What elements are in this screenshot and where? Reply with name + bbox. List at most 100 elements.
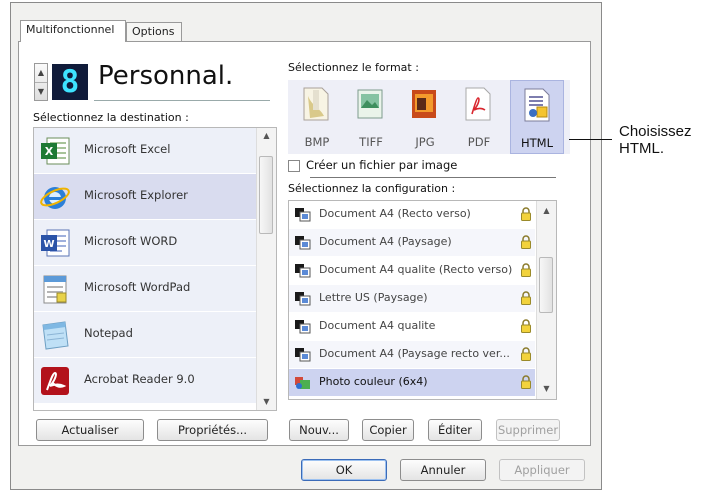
destination-item-excel[interactable]: X Microsoft Excel xyxy=(34,128,256,174)
cancel-button[interactable]: Annuler xyxy=(400,459,486,481)
lock-icon xyxy=(521,291,531,305)
callout-line-2: HTML. xyxy=(619,140,664,157)
destination-item-explorer[interactable]: Microsoft Explorer xyxy=(34,174,256,220)
jpg-file-icon xyxy=(412,90,436,118)
internet-explorer-icon xyxy=(40,187,70,209)
destination-item-label: Microsoft Explorer xyxy=(84,188,188,202)
scroll-down-icon[interactable]: ▼ xyxy=(537,381,556,397)
svg-text:X: X xyxy=(45,145,54,158)
format-option-bmp[interactable]: BMP xyxy=(290,80,344,154)
format-option-label: JPG xyxy=(415,135,435,149)
format-option-label: PDF xyxy=(467,135,491,149)
new-button[interactable]: Nouv... xyxy=(289,419,349,441)
callout-text: Choisissez HTML. xyxy=(619,123,692,157)
scroll-up-icon[interactable]: ▲ xyxy=(537,203,556,219)
preset-name: Personnal. xyxy=(98,61,234,91)
scan-config-icon xyxy=(295,320,311,334)
html-file-icon xyxy=(524,88,550,122)
scrollbar-thumb[interactable] xyxy=(539,257,553,313)
edit-button[interactable]: Éditer xyxy=(428,419,482,441)
configuration-item[interactable]: Document A4 qualite xyxy=(289,313,535,340)
format-label: Sélectionnez le format : xyxy=(288,61,419,74)
configuration-item-label: Document A4 (Paysage) xyxy=(319,235,452,248)
tiff-file-icon xyxy=(357,89,383,119)
configuration-item-label: Photo couleur (6x4) xyxy=(319,375,428,388)
lock-icon xyxy=(521,319,531,333)
scroll-up-icon[interactable]: ▲ xyxy=(257,128,276,144)
configuration-item-label: Document A4 qualite xyxy=(319,319,436,332)
scan-config-icon xyxy=(295,208,311,222)
configuration-item-label: Lettre US (Paysage) xyxy=(319,291,428,304)
scan-config-icon xyxy=(295,292,311,306)
tab-options[interactable]: Options xyxy=(126,22,182,42)
configuration-label: Sélectionnez la configuration : xyxy=(288,182,456,195)
callout-line-1: Choisissez xyxy=(619,123,692,140)
lock-icon xyxy=(521,235,531,249)
preset-underline xyxy=(94,100,270,101)
destination-scrollbar[interactable]: ▲ ▼ xyxy=(256,128,276,410)
apply-button[interactable]: Appliquer xyxy=(499,459,585,481)
configuration-item[interactable]: Document A4 (Paysage recto ver... xyxy=(289,341,535,368)
format-option-jpg[interactable]: JPG xyxy=(398,80,452,154)
scroll-down-icon[interactable]: ▼ xyxy=(257,394,276,410)
preset-spinner[interactable]: ▲ ▼ xyxy=(34,63,48,101)
wordpad-icon xyxy=(43,275,67,304)
destination-item-notepad[interactable]: Notepad xyxy=(34,312,256,358)
destination-item-label: Microsoft WORD xyxy=(84,234,178,248)
configuration-item[interactable]: Lettre US (Paysage) xyxy=(289,285,535,312)
callout-line xyxy=(569,139,612,140)
lock-icon xyxy=(521,375,531,389)
photo-config-icon xyxy=(295,377,310,389)
spin-up-icon[interactable]: ▲ xyxy=(35,64,47,82)
format-option-tiff[interactable]: TIFF xyxy=(344,80,398,154)
destination-label: Sélectionnez la destination : xyxy=(33,111,189,124)
acrobat-icon xyxy=(41,367,69,395)
destination-item-wordpad[interactable]: Microsoft WordPad xyxy=(34,266,256,312)
copy-button[interactable]: Copier xyxy=(362,419,414,441)
configuration-scrollbar[interactable]: ▲ ▼ xyxy=(536,201,556,399)
preset-number-display: 8 xyxy=(52,64,88,100)
destination-item-acrobat[interactable]: Acrobat Reader 9.0 xyxy=(34,358,256,404)
tab-multifonctionnel[interactable]: Multifonctionnel xyxy=(20,20,126,42)
scrollbar-thumb[interactable] xyxy=(259,156,273,234)
lock-icon xyxy=(521,207,531,221)
delete-button[interactable]: Supprimer xyxy=(496,419,560,441)
lock-icon xyxy=(521,347,531,361)
configuration-item-label: Document A4 qualite (Recto verso) xyxy=(319,263,513,276)
destination-list: X Microsoft Excel Microsoft Explorer W M… xyxy=(33,127,277,411)
pdf-file-icon xyxy=(465,87,491,121)
configuration-item[interactable]: Document A4 (Paysage) xyxy=(289,229,535,256)
divider xyxy=(310,177,556,178)
format-option-label: TIFF xyxy=(359,135,383,149)
format-option-html[interactable]: HTML xyxy=(510,80,564,154)
ok-button[interactable]: OK xyxy=(301,459,387,481)
scan-config-icon xyxy=(295,236,311,250)
configuration-item-label: Document A4 (Paysage recto ver... xyxy=(319,347,510,360)
configuration-item-label: Document A4 (Recto verso) xyxy=(319,207,471,220)
lock-icon xyxy=(521,263,531,277)
configuration-item[interactable]: Document A4 qualite (Recto verso) xyxy=(289,257,535,284)
bmp-file-icon xyxy=(303,87,329,121)
scan-config-icon xyxy=(295,264,311,278)
destination-item-label: Microsoft WordPad xyxy=(84,280,191,294)
one-file-per-image-checkbox[interactable] xyxy=(288,160,300,172)
svg-text:W: W xyxy=(43,239,54,250)
configuration-item[interactable]: Document A4 (Recto verso) xyxy=(289,201,535,228)
format-option-pdf[interactable]: PDF xyxy=(452,80,506,154)
destination-item-label: Acrobat Reader 9.0 xyxy=(84,372,195,386)
format-option-label: HTML xyxy=(520,136,553,150)
notepad-icon xyxy=(42,321,69,350)
refresh-button[interactable]: Actualiser xyxy=(36,419,144,441)
destination-item-label: Microsoft Excel xyxy=(84,142,171,156)
spin-down-icon[interactable]: ▼ xyxy=(35,82,47,101)
scan-config-icon xyxy=(295,348,311,362)
one-file-per-image-label: Créer un fichier par image xyxy=(306,158,458,172)
format-option-label: BMP xyxy=(304,135,330,149)
properties-button[interactable]: Propriétés... xyxy=(157,419,268,441)
destination-item-label: Notepad xyxy=(84,326,133,340)
word-icon: W xyxy=(41,229,70,257)
excel-icon: X xyxy=(41,137,70,165)
destination-item-word[interactable]: W Microsoft WORD xyxy=(34,220,256,266)
configuration-list: Document A4 (Recto verso) Document A4 (P… xyxy=(288,200,557,400)
configuration-item-selected[interactable]: Photo couleur (6x4) xyxy=(289,369,535,396)
